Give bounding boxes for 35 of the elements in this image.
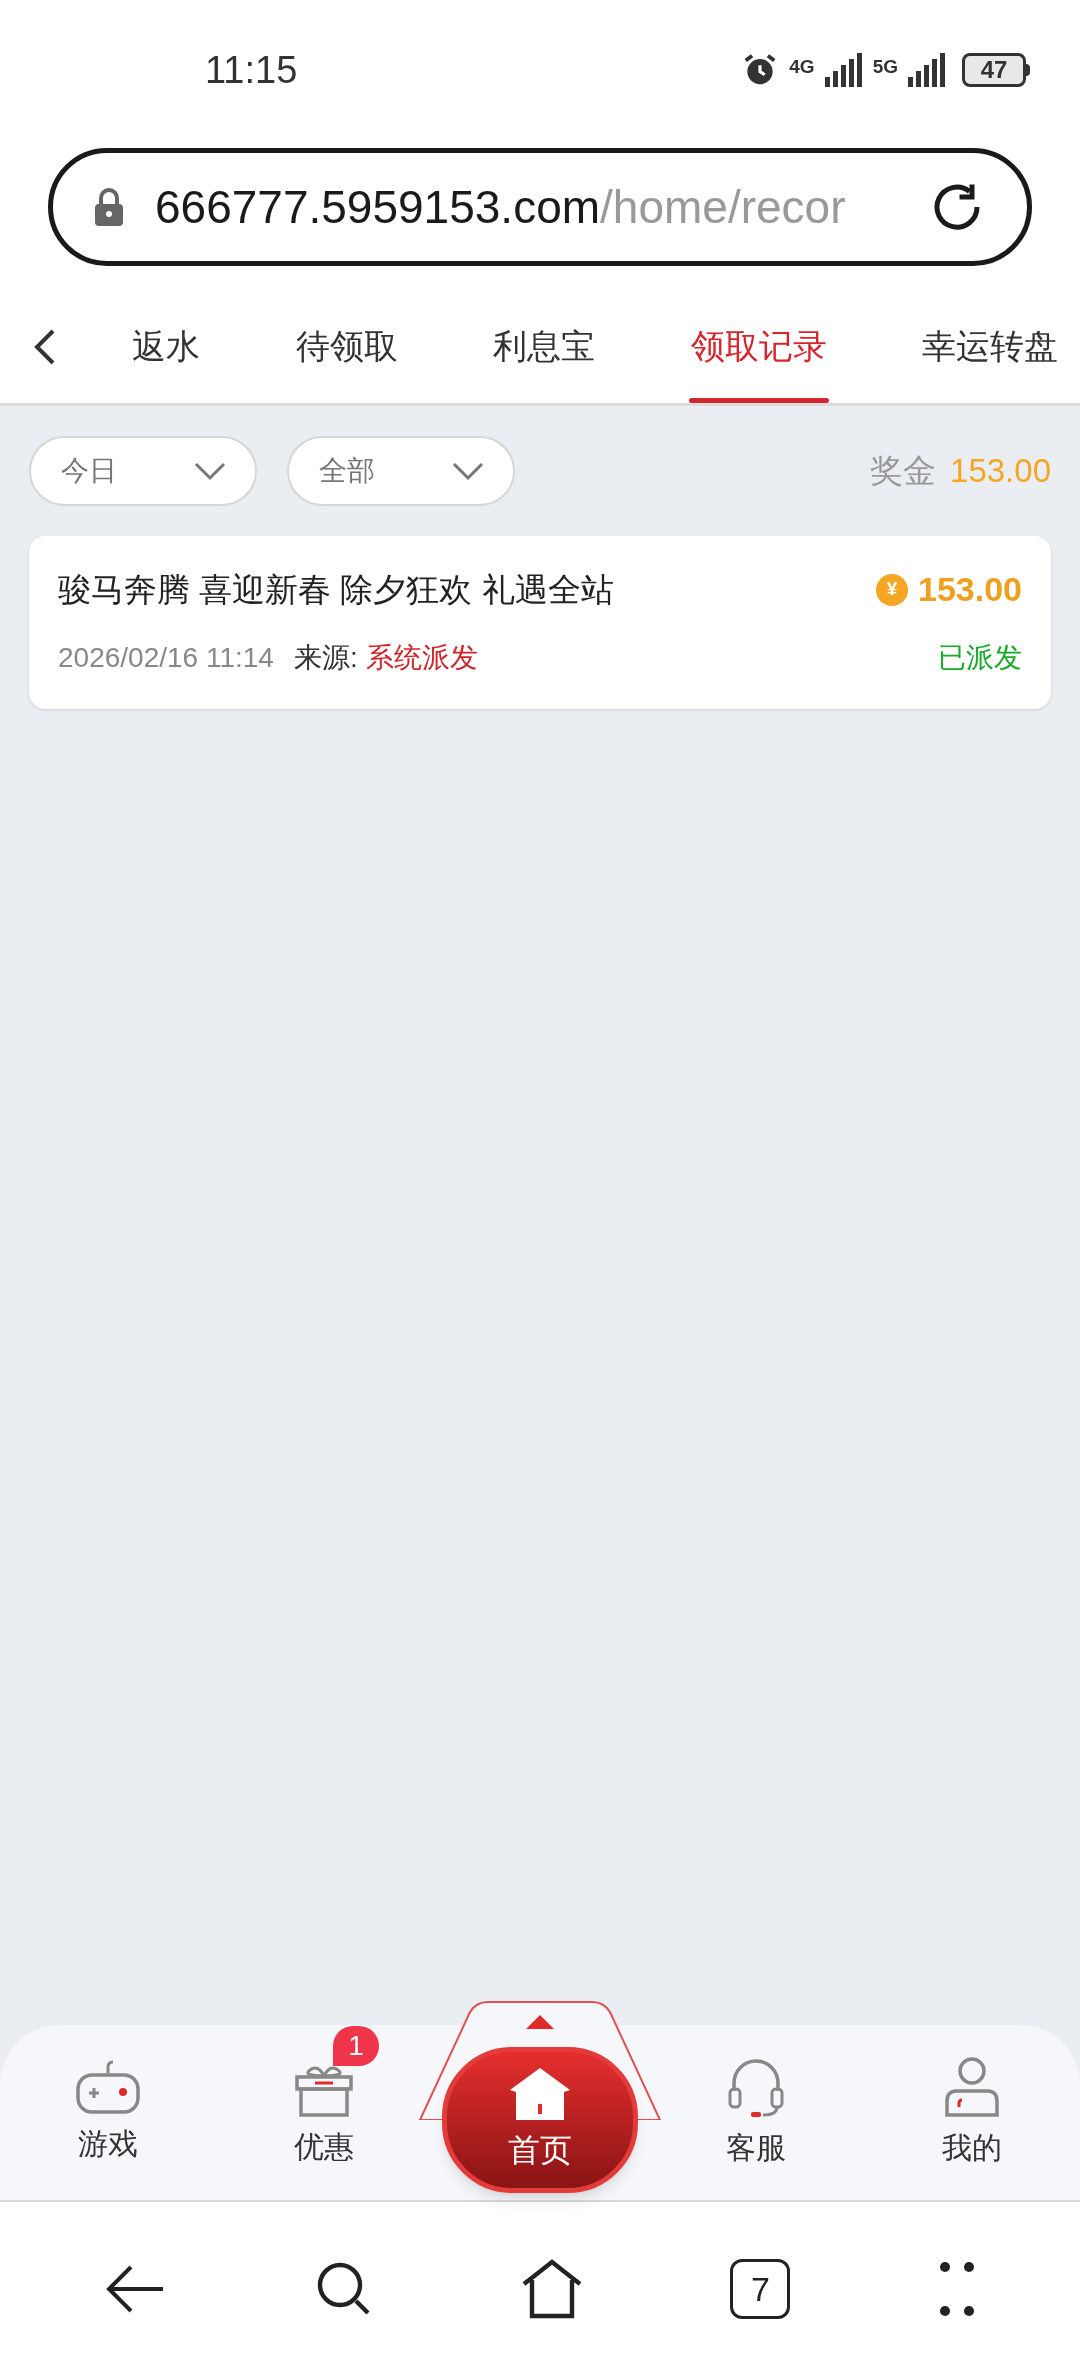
- nav-tab[interactable]: 客服: [648, 2025, 864, 2200]
- filter-dropdown[interactable]: 今日: [29, 436, 257, 506]
- address-bar[interactable]: 666777.5959153.com/home/recor: [48, 148, 1032, 266]
- tab[interactable]: 返水: [130, 290, 202, 403]
- record-time: 2026/02/16 11:14: [58, 641, 274, 675]
- chevron-down-icon: [193, 461, 227, 481]
- network-label: 4G: [789, 55, 815, 79]
- bonus-label: 奖金: [870, 451, 937, 492]
- source-value: 系统派发: [365, 641, 478, 675]
- url-text: 666777.5959153.com/home/recor: [155, 179, 847, 235]
- nav-tab[interactable]: 我的: [864, 2025, 1080, 2200]
- record-status: 已派发: [938, 641, 1022, 675]
- bonus-amount: 153.00: [950, 451, 1051, 492]
- up-triangle-icon: [524, 2013, 556, 2031]
- status-time: 11:15: [205, 47, 298, 93]
- nav-tab[interactable]: 1 优惠: [216, 2025, 432, 2200]
- user-icon: [943, 2055, 1001, 2119]
- record-amount: 153.00: [918, 569, 1022, 610]
- filter-dropdown[interactable]: 全部: [287, 436, 515, 506]
- source-label: 来源:: [293, 641, 358, 675]
- tab[interactable]: 领取记录: [688, 290, 829, 403]
- tab[interactable]: 利息宝: [491, 290, 597, 403]
- house-icon: [508, 2066, 572, 2122]
- signal-icon: [824, 53, 863, 87]
- network-label: 5G: [872, 55, 898, 79]
- lock-icon: [93, 188, 125, 226]
- tab-count-button[interactable]: 7: [730, 2259, 791, 2319]
- gamepad-icon: [75, 2059, 141, 2115]
- tab[interactable]: 幸运转盘: [920, 290, 1060, 403]
- coin-icon: ¥: [876, 573, 908, 606]
- record-title: 骏马奔腾 喜迎新春 除夕狂欢 礼遇全站: [58, 569, 614, 610]
- chevron-down-icon: [451, 461, 485, 481]
- tab[interactable]: 待领取: [293, 290, 400, 403]
- nav-tab[interactable]: 游戏: [0, 2025, 216, 2200]
- signal-icon: [908, 53, 946, 87]
